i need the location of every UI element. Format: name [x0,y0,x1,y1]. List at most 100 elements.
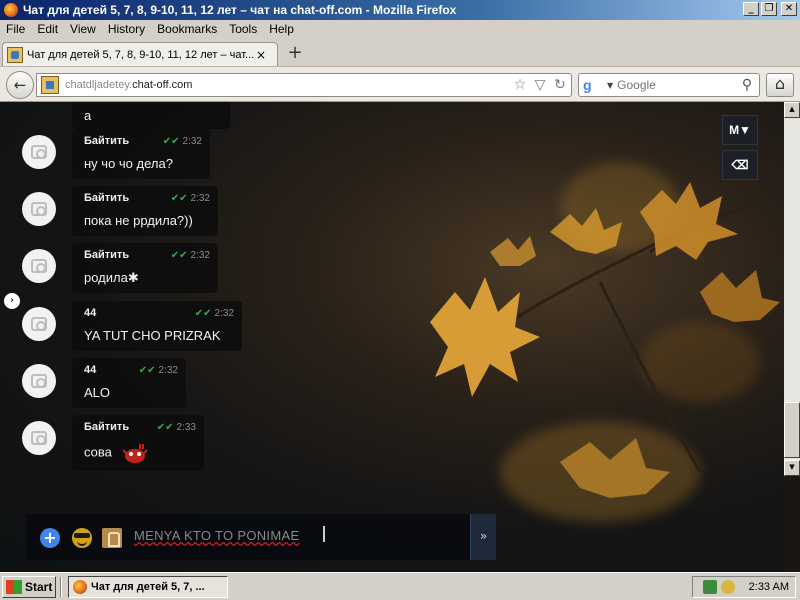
chat-page: а Байтить ✔✔ 2:32 ну чо чо дела? Байтить … [0,102,784,572]
menu-bookmarks[interactable]: Bookmarks [151,22,223,36]
camera-icon [31,317,47,331]
message-bubble: 44 ✔✔ 2:32 ALO [72,358,186,408]
message-time: ✔✔ 2:32 [162,136,202,147]
message-text: а [84,108,92,123]
message-time: ✔✔ 2:32 [138,365,178,376]
search-input[interactable] [617,78,738,92]
read-check-icon: ✔✔ [156,422,174,433]
avatar[interactable] [22,192,56,226]
close-button[interactable]: ✕ [781,2,797,16]
network-tray-icon[interactable] [702,580,717,594]
menu-help[interactable]: Help [263,22,300,36]
message-composer: + MENYA KTO TO PONIMAE » [26,514,496,560]
avatar[interactable] [22,307,56,341]
vertical-scrollbar[interactable]: ▲ ▼ [784,102,800,476]
private-lock-icon[interactable] [102,528,122,548]
avatar[interactable] [22,364,56,398]
message-row: Байтить ✔✔ 2:32 ну чо чо дела? [22,129,210,179]
read-check-icon: ✔✔ [170,193,188,204]
google-engine-icon[interactable]: g [583,77,603,93]
history-dropdown-icon[interactable]: ▽ [531,77,549,93]
volume-tray-icon[interactable] [720,580,735,594]
menu-file[interactable]: File [0,22,31,36]
autumn-branch-image [430,182,780,498]
read-check-icon: ✔✔ [194,308,212,319]
back-button[interactable]: ← [6,71,34,99]
url-text[interactable]: chatdljadetey.chat-off.com [65,79,511,91]
camera-icon [31,259,47,273]
send-button[interactable]: » [470,514,496,560]
read-check-icon: ✔✔ [138,365,156,376]
text-cursor [323,526,325,542]
message-bubble: Байтить ✔✔ 2:32 пока не ррдила?)) [72,186,218,236]
avatar[interactable] [22,249,56,283]
message-row: Байтить ✔✔ 2:32 пока не ррдила?)) [22,186,218,236]
windows-logo-icon [6,580,22,594]
scroll-down-icon[interactable]: ▼ [784,460,800,476]
message-text: ALO [84,385,111,400]
tab-title: Чат для детей 5, 7, 8, 9-10, 11, 12 лет … [27,48,255,61]
tab-chat[interactable]: Чат для детей 5, 7, 8, 9-10, 11, 12 лет … [2,42,278,66]
mode-dropdown-button[interactable]: M▼ [722,115,758,145]
camera-icon [31,431,47,445]
message-row: Байтить ✔✔ 2:33 сова [22,415,204,471]
home-button[interactable]: ⌂ [766,73,794,97]
start-button[interactable]: Start [2,576,56,598]
message-text: ну чо чо дела? [84,156,173,171]
message-row: 44 ✔✔ 2:32 ALO [22,358,186,408]
tab-strip: Чат для детей 5, 7, 8, 9-10, 11, 12 лет … [0,40,800,66]
reload-icon[interactable]: ↻ [551,77,569,93]
camera-icon [31,202,47,216]
taskbar: Start Чат для детей 5, 7, ... 2:33 AM [0,572,800,600]
add-attachment-button[interactable]: + [40,528,60,548]
message-time: ✔✔ 2:32 [170,250,210,261]
menu-history[interactable]: History [102,22,151,36]
firefox-icon [4,3,18,17]
page-background-strip [784,476,800,572]
message-time: ✔✔ 2:32 [194,308,234,319]
smiley-icon[interactable] [72,528,92,548]
window-title: Чат для детей 5, 7, 8, 9-10, 11, 12 лет … [23,3,457,17]
search-icon[interactable]: ⚲ [738,77,756,93]
read-check-icon: ✔✔ [170,250,188,261]
read-check-icon: ✔✔ [162,136,180,147]
menu-tools[interactable]: Tools [223,22,263,36]
url-bar[interactable]: chatdljadetey.chat-off.com ☆ ▽ ↻ [36,73,572,97]
menu-edit[interactable]: Edit [31,22,64,36]
menu-view[interactable]: View [64,22,102,36]
scroll-up-icon[interactable]: ▲ [784,102,800,118]
message-bubble: 44 ✔✔ 2:32 YA TUT CHO PRIZRAK [72,301,242,351]
avatar[interactable] [22,421,56,455]
message-row: Байтить ✔✔ 2:32 родила✱ [22,243,218,293]
maximize-button[interactable]: ❐ [761,2,777,16]
clock[interactable]: 2:33 AM [749,581,789,593]
eraser-button[interactable]: ⌫ [722,150,758,180]
search-bar: g ▼ ⚲ [578,73,760,97]
navigation-bar: ← chatdljadetey.chat-off.com ☆ ▽ ↻ g ▼ ⚲… [0,66,800,102]
message-row: 44 ✔✔ 2:32 YA TUT CHO PRIZRAK [22,301,242,351]
taskbar-divider [60,577,62,597]
tab-close-icon[interactable]: × [256,48,266,62]
system-tray: 2:33 AM [692,576,796,598]
expand-panel-button[interactable]: › [4,293,20,309]
message-text: сова [84,442,194,464]
minimize-button[interactable]: _ [743,2,759,16]
site-identity-icon[interactable] [41,76,59,94]
bookmark-star-icon[interactable]: ☆ [511,77,529,93]
window-controls: _ ❐ ✕ [743,2,797,16]
crab-emoticon-icon [121,444,148,463]
message-time: ✔✔ 2:32 [170,193,210,204]
message-bubble-partial: а [72,102,230,129]
avatar[interactable] [22,135,56,169]
new-tab-button[interactable]: + [282,42,308,66]
message-text: родила✱ [84,270,139,285]
window-titlebar: Чат для детей 5, 7, 8, 9-10, 11, 12 лет … [0,0,800,20]
taskbar-item-firefox[interactable]: Чат для детей 5, 7, ... [68,576,228,598]
start-label: Start [25,580,53,594]
message-time: ✔✔ 2:33 [156,422,196,433]
engine-dropdown-icon[interactable]: ▼ [607,81,613,90]
message-input[interactable]: MENYA KTO TO PONIMAE [134,528,299,543]
menu-bar: File Edit View History Bookmarks Tools H… [0,20,800,38]
message-bubble: Байтить ✔✔ 2:32 ну чо чо дела? [72,129,210,179]
scroll-thumb[interactable] [784,402,800,458]
